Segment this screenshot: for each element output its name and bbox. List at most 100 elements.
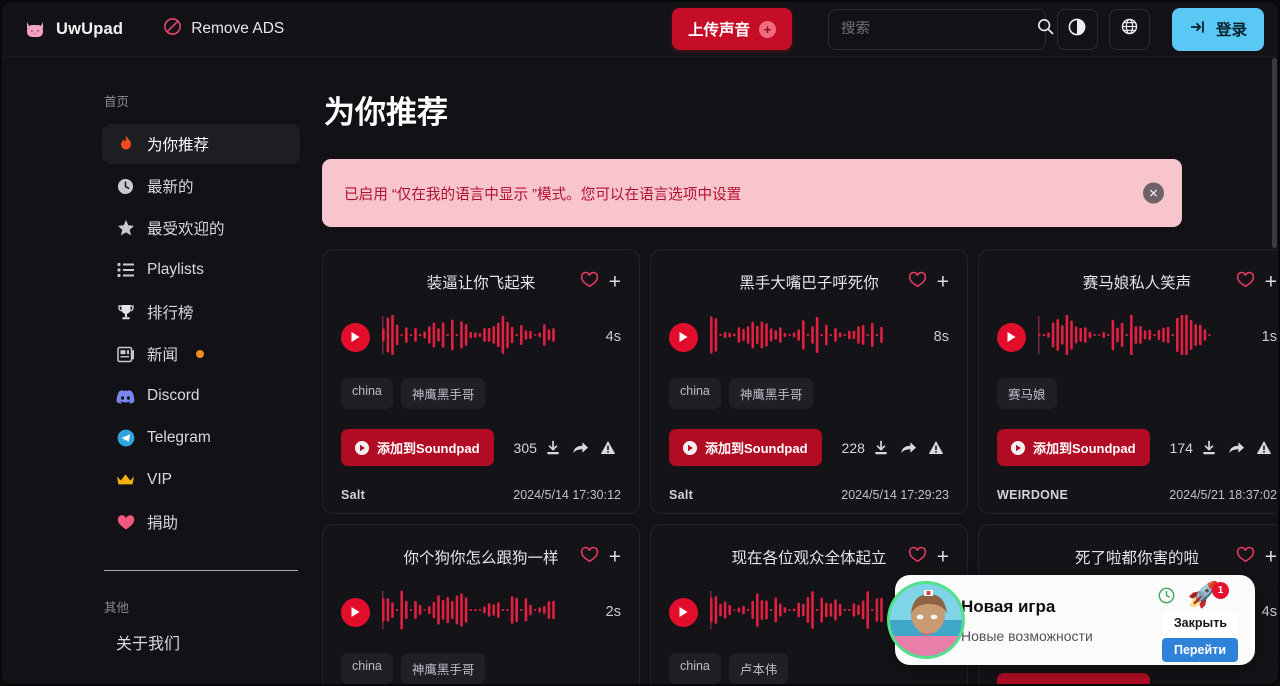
download-icon[interactable] (873, 440, 889, 456)
tag-chip[interactable]: 卢本伟 (728, 653, 789, 684)
share-icon[interactable] (572, 440, 589, 455)
share-icon[interactable] (900, 440, 917, 455)
page-scrollbar[interactable] (1272, 58, 1277, 248)
upload-sound-button[interactable]: 上传声音 + (671, 8, 792, 50)
tag-chip[interactable]: china (341, 378, 393, 409)
plus-icon[interactable]: + (609, 547, 621, 568)
sidebar-item-most-popular[interactable]: 最受欢迎的 (102, 208, 300, 248)
sound-card[interactable]: 装逼让你飞起来 + 4s china 神鹰黑手哥 添加到Soundpad 305 … (322, 249, 640, 514)
no-ads-icon (163, 17, 182, 41)
play-icon[interactable] (669, 322, 698, 352)
add-to-soundpad-button[interactable]: 添加到Soundpad (997, 673, 1150, 684)
heart-outline-icon[interactable] (580, 271, 599, 294)
play-icon[interactable] (341, 597, 370, 627)
report-icon[interactable] (600, 440, 616, 455)
sidebar-item-label: 最新的 (147, 179, 194, 196)
sidebar-item-label: 新闻 (147, 347, 179, 364)
plus-icon[interactable]: + (1265, 272, 1277, 293)
sound-card[interactable]: 赛马娘私人笑声 + 1s 赛马娘 添加到Soundpad 174 WEIRDON… (978, 249, 1278, 514)
tag-chip[interactable]: 赛马娘 (997, 378, 1057, 409)
search-box[interactable] (827, 8, 1054, 50)
download-count: 305 (513, 439, 537, 456)
play-icon[interactable] (669, 597, 698, 627)
brand-logo-link[interactable]: UwUpad (16, 14, 131, 44)
download-icon[interactable] (1201, 440, 1217, 456)
card-header-actions: + (908, 546, 949, 569)
share-icon[interactable] (1228, 440, 1245, 455)
sound-card[interactable]: 你个狗你怎么跟狗一样 + 2s china神鹰黑手哥 添加到Soundpad (322, 524, 640, 684)
sidebar-item-playlists[interactable]: Playlists (102, 250, 300, 290)
plus-icon[interactable]: + (609, 272, 621, 293)
report-icon[interactable] (1256, 440, 1272, 455)
sidebar-item-vip[interactable]: VIP (102, 460, 300, 500)
tag-chip[interactable]: china (341, 653, 393, 684)
report-icon[interactable] (928, 440, 944, 455)
sidebar-item-latest[interactable]: 最新的 (102, 166, 300, 206)
author-name[interactable]: Salt (341, 488, 365, 502)
waveform[interactable] (710, 315, 922, 359)
download-icon[interactable] (545, 440, 561, 456)
card-header-actions: + (908, 271, 949, 294)
card-actions: 添加到Soundpad 305 (341, 429, 621, 466)
notification-badge: 1 (1212, 582, 1229, 599)
card-header: 死了啦都你害的啦 + (997, 541, 1277, 573)
sidebar-item-for-you[interactable]: 为你推荐 (102, 124, 300, 164)
card-footer: Salt 2024/5/14 17:30:12 (341, 488, 621, 502)
sidebar-item-telegram[interactable]: Telegram (102, 418, 300, 458)
login-button[interactable]: 登录 (1171, 7, 1264, 51)
heart-outline-icon[interactable] (1236, 271, 1255, 294)
sound-title: 死了啦都你害的啦 (1074, 550, 1199, 567)
toast-title: Новая игра (961, 596, 1056, 616)
news-badge-dot (196, 350, 205, 358)
theme-toggle-button[interactable] (1056, 8, 1098, 50)
sidebar-item-about[interactable]: 关于我们 (102, 630, 300, 654)
search-icon[interactable] (1036, 17, 1055, 41)
tag-chip[interactable]: china (669, 653, 721, 684)
tag-chip[interactable]: 神鹰黑手哥 (728, 378, 814, 409)
sidebar-item-donate[interactable]: 捐助 (102, 502, 300, 542)
sidebar-item-leaderboard[interactable]: 排行榜 (102, 292, 300, 332)
contrast-icon (1067, 17, 1087, 42)
top-header: UwUpad Remove ADS 上传声音 + 搜索 登录 (2, 2, 1278, 57)
tag-list: china 神鹰黑手哥 (669, 378, 949, 409)
download-icon[interactable] (1178, 684, 1194, 685)
sidebar-item-news[interactable]: 新闻 (102, 334, 300, 374)
tag-chip[interactable]: 神鹰黑手哥 (400, 653, 486, 684)
author-name[interactable]: WEIRDONE (997, 488, 1068, 502)
waveform[interactable] (382, 315, 594, 359)
plus-icon[interactable]: + (937, 272, 949, 293)
crown-icon (116, 471, 135, 490)
add-to-soundpad-button[interactable]: 添加到Soundpad (341, 429, 494, 466)
tag-chip[interactable]: 神鹰黑手哥 (400, 378, 486, 409)
language-button[interactable] (1108, 8, 1150, 50)
search-input[interactable] (840, 21, 1028, 37)
plus-icon[interactable]: + (937, 547, 949, 568)
play-icon[interactable] (997, 322, 1026, 352)
soundpad-label: 添加到Soundpad (705, 441, 808, 456)
sound-card[interactable]: 黑手大嘴巴子呼死你 + 8s china 神鹰黑手哥 添加到Soundpad 22… (650, 249, 968, 514)
close-icon[interactable]: ✕ (1143, 182, 1164, 204)
brand-name: UwUpad (56, 19, 124, 38)
heart-outline-icon[interactable] (1236, 546, 1255, 569)
add-to-soundpad-button[interactable]: 添加到Soundpad (997, 429, 1150, 466)
plus-icon[interactable]: + (1265, 547, 1277, 568)
tag-list: 赛马娘 (997, 378, 1277, 409)
heart-outline-icon[interactable] (908, 271, 927, 294)
heart-outline-icon[interactable] (908, 546, 927, 569)
card-footer: Salt 2024/5/14 17:29:23 (669, 488, 949, 502)
star-icon (116, 219, 135, 238)
cat-logo-icon (24, 18, 46, 40)
toast-close-button[interactable]: Закрыть (1162, 611, 1238, 635)
remove-ads-button[interactable]: Remove ADS (155, 13, 292, 45)
tag-chip[interactable]: china (669, 378, 721, 409)
toast-go-button[interactable]: Перейти (1161, 638, 1238, 662)
waveform[interactable] (1038, 315, 1250, 359)
sidebar-item-discord[interactable]: Discord (102, 376, 300, 416)
waveform[interactable] (382, 590, 594, 634)
soundpad-label: 添加到Soundpad (1033, 441, 1136, 456)
play-icon[interactable] (341, 322, 370, 352)
author-name[interactable]: Salt (669, 488, 693, 502)
add-to-soundpad-button[interactable]: 添加到Soundpad (669, 429, 822, 466)
sidebar-item-label: VIP (147, 471, 172, 488)
heart-outline-icon[interactable] (580, 546, 599, 569)
